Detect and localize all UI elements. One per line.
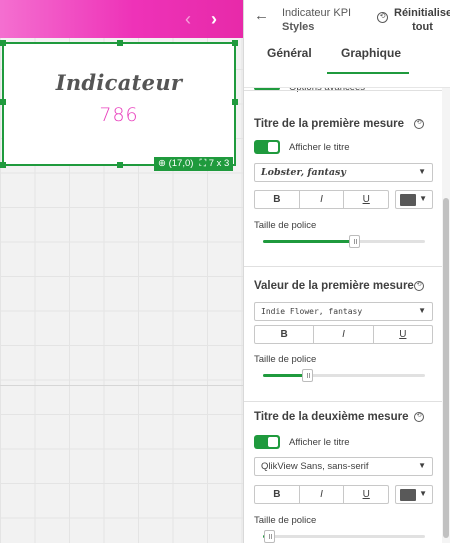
font-family-select[interactable]: Lobster, fantasy ▼ <box>254 163 433 182</box>
font-size-slider[interactable] <box>263 369 425 382</box>
section-title: Valeur de la première mesure <box>254 280 414 292</box>
section-title: Titre de la première mesure <box>254 118 404 130</box>
slider-knob[interactable] <box>349 235 360 248</box>
font-family-value: Indie Flower, fantasy <box>261 307 363 316</box>
color-swatch <box>400 194 416 206</box>
position-size-badge: ⊕ (17,0) ⛶ 7 x 3 <box>154 157 234 171</box>
arrow-left-icon[interactable]: ← <box>254 7 269 24</box>
chevron-down-icon: ▼ <box>418 461 426 470</box>
show-title-label: Afficher le titre <box>289 142 350 153</box>
position-text: (17,0) <box>168 158 194 169</box>
previous-sheet-button[interactable]: ‹ <box>178 8 198 30</box>
font-size-label: Taille de police <box>254 220 317 231</box>
underline-button[interactable]: U <box>344 191 388 208</box>
tab-graphique[interactable]: Graphique <box>341 46 401 60</box>
header-divider <box>244 87 450 88</box>
font-family-select[interactable]: QlikView Sans, sans-serif ▼ <box>254 457 433 476</box>
bold-button[interactable]: B <box>255 326 315 343</box>
show-title-label: Afficher le titre <box>289 437 350 448</box>
slider-knob[interactable] <box>302 369 313 382</box>
font-size-label: Taille de police <box>254 515 317 526</box>
kpi-object[interactable]: Indicateur 786 <box>0 40 238 168</box>
font-color-picker[interactable]: ▼ <box>395 190 433 209</box>
section-divider <box>244 266 443 267</box>
slider-fill <box>263 374 307 377</box>
resize-handle-bottom-left[interactable] <box>0 162 6 168</box>
properties-panel: ← Indicateur KPI Styles ⟲ Réinitialiser … <box>243 0 450 543</box>
underline-button[interactable]: U <box>374 326 432 343</box>
chevron-down-icon: ▼ <box>418 167 426 176</box>
chevron-down-icon: ▼ <box>419 194 427 203</box>
kpi-title: Indicateur <box>55 70 183 95</box>
text-format-group: B I U <box>254 190 389 209</box>
section-title: Titre de la deuxième mesure <box>254 411 409 423</box>
slider-knob[interactable] <box>264 530 275 543</box>
reset-icon[interactable]: ⟲ <box>414 119 424 129</box>
font-size-slider[interactable] <box>263 530 425 543</box>
chevron-down-icon: ▼ <box>418 306 426 315</box>
slider-fill <box>263 240 354 243</box>
sheet-canvas[interactable]: ‹ › Indicateur 786 ⊕ (17,0) ⛶ 7 x 3 <box>0 0 243 543</box>
italic-button[interactable]: I <box>300 191 345 208</box>
font-family-value: Lobster, fantasy <box>261 167 346 178</box>
kpi-value: 786 <box>99 104 139 126</box>
font-family-value: QlikView Sans, sans-serif <box>261 461 369 472</box>
position-badge: ⊕ (17,0) <box>158 158 194 169</box>
next-sheet-button[interactable]: › <box>204 8 224 30</box>
resize-handle-bottom[interactable] <box>117 162 123 168</box>
resize-handle-top-left[interactable] <box>0 40 6 46</box>
font-size-label: Taille de police <box>254 354 317 365</box>
sheet-title-bar: ‹ › <box>0 0 243 38</box>
color-swatch <box>400 489 416 501</box>
reset-icon[interactable]: ⟲ <box>414 412 424 422</box>
panel-title-line2: Styles <box>282 21 315 33</box>
app: ‹ › Indicateur 786 ⊕ (17,0) ⛶ 7 x 3 ← In… <box>0 0 450 543</box>
section-divider <box>244 90 443 91</box>
size-badge: ⛶ 7 x 3 <box>199 158 230 169</box>
reset-all-button[interactable]: Réinitialiser tout <box>394 6 450 34</box>
italic-button[interactable]: I <box>314 326 374 343</box>
show-title-toggle[interactable] <box>254 435 280 449</box>
reset-icon[interactable]: ⟲ <box>414 281 424 291</box>
panel-title: Indicateur KPI Styles <box>282 6 374 34</box>
panel-scroll-area[interactable]: Options avancées Titre de la première me… <box>244 81 450 543</box>
panel-header: ← Indicateur KPI Styles ⟲ Réinitialiser … <box>244 0 450 88</box>
bold-button[interactable]: B <box>255 191 300 208</box>
chevron-down-icon: ▼ <box>419 489 427 498</box>
panel-scrollbar[interactable] <box>442 88 450 543</box>
underline-button[interactable]: U <box>344 486 388 503</box>
scrollbar-thumb[interactable] <box>443 198 449 538</box>
tab-general[interactable]: Général <box>267 46 312 60</box>
bold-button[interactable]: B <box>255 486 300 503</box>
resize-handle-top-right[interactable] <box>232 40 238 46</box>
size-text: 7 x 3 <box>208 158 230 169</box>
canvas-divider <box>0 385 243 386</box>
reset-icon[interactable]: ⟲ <box>377 12 388 23</box>
panel-title-line1: Indicateur KPI <box>282 7 352 19</box>
active-tab-indicator <box>327 72 409 74</box>
text-format-group: B I U <box>254 325 433 344</box>
text-format-group: B I U <box>254 485 389 504</box>
resize-handle-top[interactable] <box>117 40 123 46</box>
font-size-slider[interactable] <box>263 235 425 248</box>
section-divider <box>244 401 443 402</box>
italic-button[interactable]: I <box>300 486 345 503</box>
font-color-picker[interactable]: ▼ <box>395 485 433 504</box>
font-family-select[interactable]: Indie Flower, fantasy ▼ <box>254 302 433 321</box>
show-title-toggle[interactable] <box>254 140 280 154</box>
